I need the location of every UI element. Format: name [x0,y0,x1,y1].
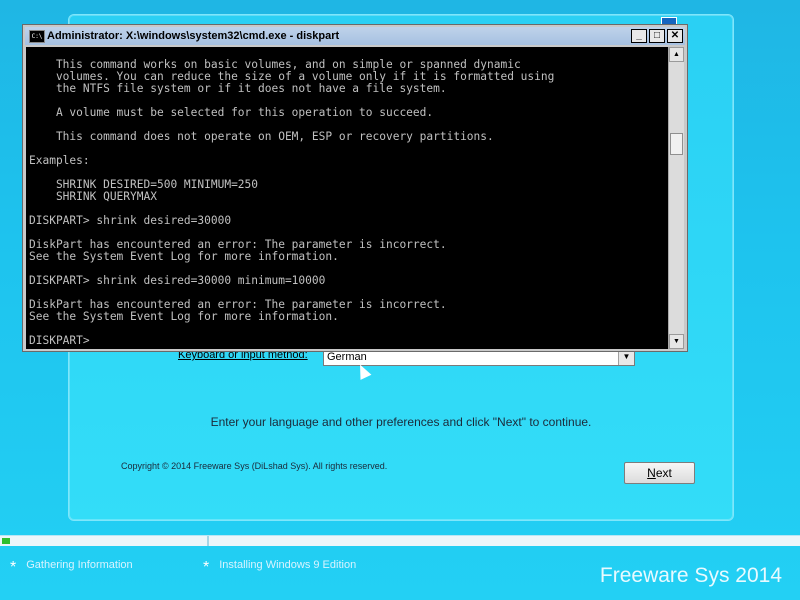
setup-progress-bar [0,535,800,546]
scroll-thumb[interactable] [670,133,683,155]
star-icon: * [203,559,210,576]
cmd-window[interactable]: C:\ Administrator: X:\windows\system32\c… [22,24,688,352]
brand-text: Freeware Sys 2014 [599,564,782,587]
keyboard-select-value: German [327,351,367,363]
console-line: DISKPART> [29,334,90,347]
vertical-scrollbar[interactable]: ▲ ▼ [668,47,684,349]
step-installing: * Installing Windows 9 Edition [203,559,356,577]
console-line: A volume must be selected for this opera… [29,106,434,119]
copyright-text: Copyright © 2014 Freeware Sys (DiLshad S… [121,461,388,471]
console-line: This command does not operate on OEM, ES… [29,130,494,143]
console-line: See the System Event Log for more inform… [29,250,339,263]
console-line: SHRINK QUERYMAX [29,190,157,203]
next-button-hotkey: N [647,466,656,480]
console-line: DISKPART> shrink desired=30000 minimum=1… [29,274,326,287]
cmd-icon[interactable]: C:\ [29,30,45,43]
console-line: See the System Event Log for more inform… [29,310,339,323]
maximize-icon[interactable]: □ [649,29,665,43]
console-line: Examples: [29,154,90,167]
close-icon[interactable]: ✕ [667,29,683,43]
console-line: the NTFS file system or if it does not h… [29,82,447,95]
step-gathering-information: * Gathering Information [10,559,133,577]
console-line: DISKPART> shrink desired=30000 [29,214,232,227]
console-output[interactable]: This command works on basic volumes, and… [26,47,669,349]
star-icon: * [10,559,17,576]
scroll-up-icon[interactable]: ▲ [669,47,684,62]
next-button[interactable]: Next [624,462,695,484]
progress-separator [207,536,209,546]
instructions-text: Enter your language and other preference… [210,415,592,429]
window-title: Administrator: X:\windows\system32\cmd.e… [47,30,340,42]
scroll-down-icon[interactable]: ▼ [669,334,684,349]
next-button-label: ext [655,466,672,480]
progress-fill [2,538,10,544]
minimize-icon[interactable]: _ [631,29,647,43]
step-label: Gathering Information [26,559,133,571]
cmd-titlebar[interactable]: C:\ Administrator: X:\windows\system32\c… [25,27,685,45]
step-label: Installing Windows 9 Edition [219,559,357,571]
